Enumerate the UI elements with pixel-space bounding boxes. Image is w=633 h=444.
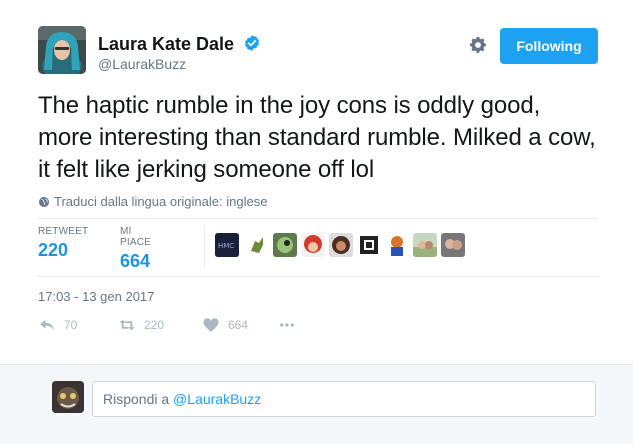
- liker-avatar-8[interactable]: [413, 233, 437, 257]
- likes-stat-value: 664: [120, 251, 151, 271]
- heart-icon: [203, 318, 219, 332]
- like-button[interactable]: 664: [202, 316, 248, 334]
- tweet-text: The haptic rumble in the joy cons is odd…: [38, 92, 596, 183]
- gear-icon[interactable]: [468, 35, 488, 55]
- author-name[interactable]: Laura Kate Dale: [98, 34, 234, 55]
- reply-mention: @LaurakBuzz: [173, 391, 262, 407]
- like-count: 664: [228, 318, 249, 332]
- following-button[interactable]: Following: [500, 28, 598, 64]
- divider-top: [38, 218, 598, 219]
- verified-badge-icon: [244, 35, 260, 51]
- divider-middle: [38, 276, 598, 277]
- tweet-timestamp[interactable]: 17:03 - 13 gen 2017: [38, 289, 154, 304]
- liker-avatar-9[interactable]: [441, 233, 465, 257]
- tweet-card: Laura Kate Dale @LaurakBuzz Following Th…: [0, 0, 633, 356]
- reply-input[interactable]: Rispondi a @LaurakBuzz: [92, 381, 596, 417]
- stats-separator: [204, 227, 205, 267]
- liker-avatar-1[interactable]: HMC: [215, 233, 239, 257]
- likes-stat[interactable]: MI PIACE 664: [120, 226, 151, 272]
- reply-area: Rispondi a @LaurakBuzz: [0, 364, 633, 444]
- reply-icon: [40, 319, 54, 331]
- retweet-stat-label: RETWEET: [38, 226, 89, 237]
- retweet-icon: [119, 319, 135, 331]
- retweet-count: 220: [144, 318, 165, 332]
- likes-stat-label: MI PIACE: [120, 226, 152, 248]
- liker-avatar-4[interactable]: [301, 233, 325, 257]
- current-user-avatar: [52, 381, 84, 413]
- translate-link[interactable]: Traduci dalla lingua originale: inglese: [38, 194, 267, 209]
- reply-button[interactable]: 70: [38, 316, 77, 334]
- retweet-button[interactable]: 220: [118, 316, 164, 334]
- liker-avatar-5[interactable]: [329, 233, 353, 257]
- globe-icon: [39, 196, 49, 207]
- translate-label: Traduci dalla lingua originale: inglese: [54, 194, 268, 209]
- reply-count: 70: [64, 318, 78, 332]
- retweet-stat[interactable]: RETWEET 220: [38, 226, 88, 261]
- retweet-stat-value: 220: [38, 240, 69, 260]
- liker-avatar-6[interactable]: [357, 233, 381, 257]
- svg-text:HMC: HMC: [218, 242, 234, 250]
- reply-prefix: Rispondi a: [103, 391, 174, 407]
- liker-avatar-7[interactable]: [385, 233, 409, 257]
- author-avatar[interactable]: [38, 26, 86, 74]
- author-handle[interactable]: @LaurakBuzz: [98, 56, 186, 72]
- more-button[interactable]: [278, 316, 296, 334]
- more-dots-icon: [280, 323, 294, 327]
- liker-avatar-2[interactable]: [245, 233, 269, 257]
- liker-avatar-3[interactable]: [273, 233, 297, 257]
